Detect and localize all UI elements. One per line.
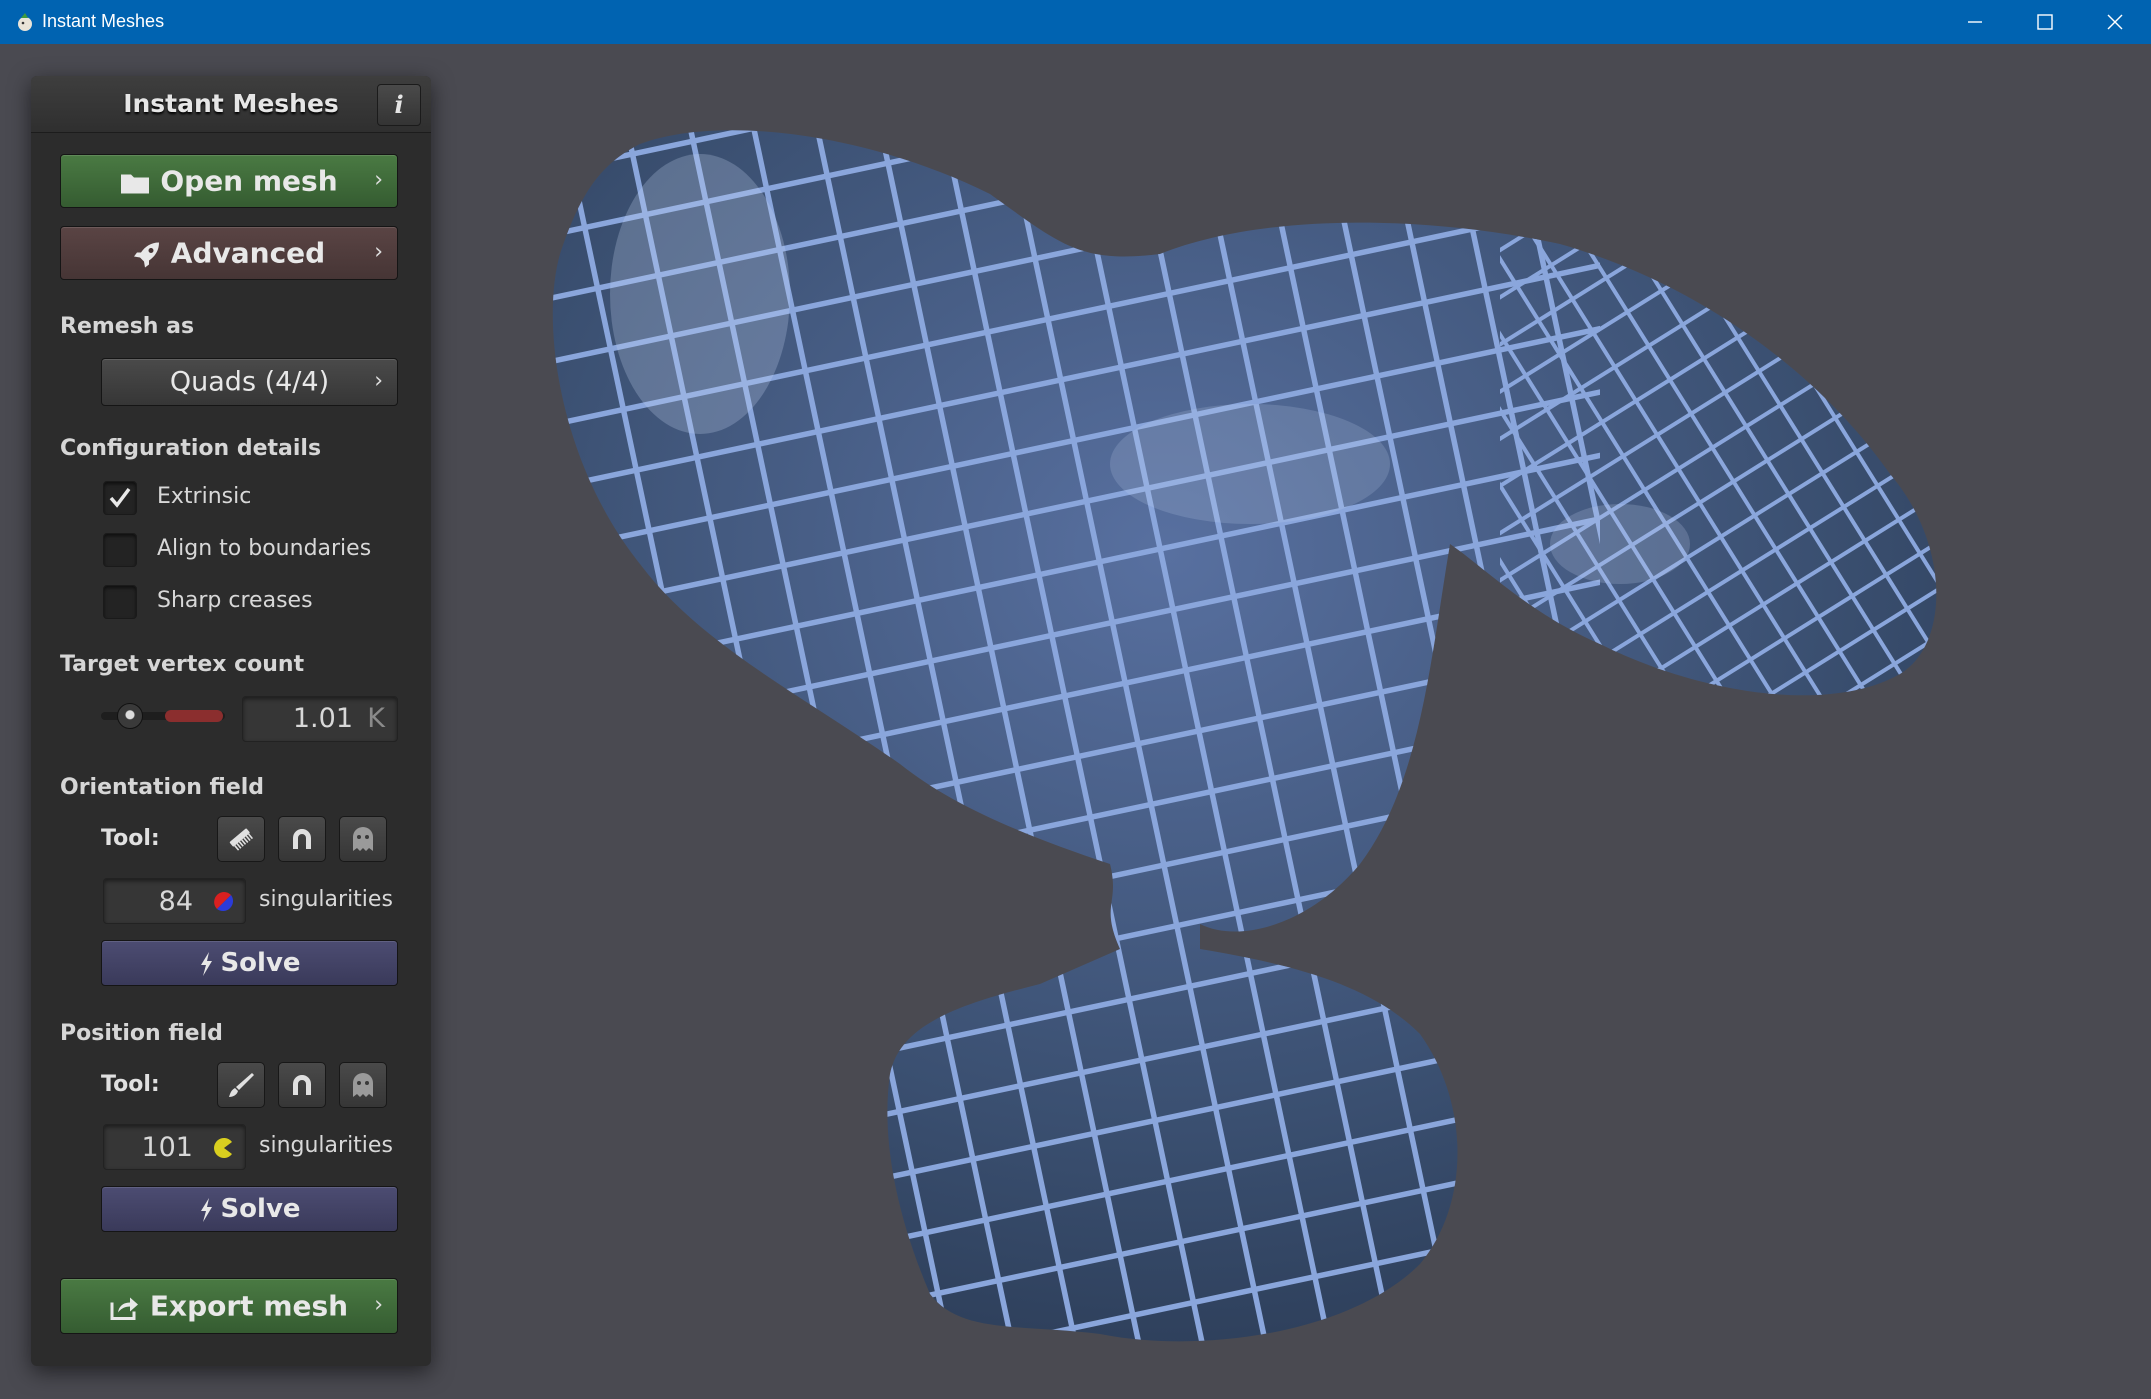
orientation-solve-button[interactable]: Solve bbox=[101, 940, 398, 986]
magnet-icon bbox=[293, 1075, 311, 1095]
panel-header[interactable]: Instant Meshes i bbox=[31, 76, 431, 133]
vertex-count-field[interactable]: 1.01 K bbox=[242, 696, 398, 742]
checkbox-box[interactable] bbox=[103, 481, 137, 515]
brush-icon bbox=[229, 1073, 254, 1097]
window-title: Instant Meshes bbox=[42, 11, 165, 31]
slider-range-highlight bbox=[165, 710, 223, 722]
remesh-as-label: Remesh as bbox=[60, 314, 195, 339]
chevron-right-icon: › bbox=[374, 167, 383, 193]
configuration-details-label: Configuration details bbox=[60, 436, 322, 461]
orientation-tool-label: Tool: bbox=[101, 826, 160, 851]
position-brush-tool-button[interactable] bbox=[217, 1062, 265, 1108]
orientation-magnet-tool-button[interactable] bbox=[278, 816, 326, 862]
chevron-right-icon: › bbox=[374, 368, 383, 394]
singularity-indicator-icon bbox=[214, 892, 233, 911]
checkbox-label: Sharp creases bbox=[157, 588, 313, 613]
position-tool-label: Tool: bbox=[101, 1072, 160, 1097]
solve-label: Solve bbox=[220, 948, 301, 978]
advanced-button[interactable]: Advanced › bbox=[60, 226, 398, 280]
close-icon bbox=[2107, 14, 2123, 30]
orientation-singularities-field: 84 bbox=[103, 878, 246, 924]
maximize-icon bbox=[2037, 14, 2053, 30]
chevron-right-icon: › bbox=[374, 239, 383, 265]
orientation-singularities-label: singularities bbox=[259, 887, 393, 912]
position-singularities-label: singularities bbox=[259, 1133, 393, 1158]
checkbox-box[interactable] bbox=[103, 585, 137, 619]
export-mesh-button[interactable]: Export mesh › bbox=[60, 1278, 398, 1334]
control-panel: Instant Meshes i Open mesh › Advanced › … bbox=[31, 76, 431, 1366]
app-icon bbox=[18, 13, 32, 31]
position-solve-button[interactable]: Solve bbox=[101, 1186, 398, 1232]
target-vertex-count-label: Target vertex count bbox=[60, 652, 305, 677]
checkbox-box[interactable] bbox=[103, 533, 137, 567]
remesh-mode-value: Quads (4/4) bbox=[169, 366, 330, 398]
lightning-icon bbox=[201, 1197, 213, 1222]
checkmark-icon bbox=[109, 487, 131, 508]
solve-label: Solve bbox=[220, 1194, 301, 1224]
vertex-count-value: 1.01 bbox=[292, 703, 353, 734]
singularity-indicator-icon bbox=[214, 1138, 232, 1158]
info-button[interactable]: i bbox=[377, 84, 421, 126]
chevron-right-icon: › bbox=[374, 1292, 383, 1318]
orientation-ghost-tool-button[interactable] bbox=[339, 816, 387, 862]
orientation-singularities-count: 84 bbox=[158, 886, 193, 917]
lightning-icon bbox=[201, 951, 213, 976]
orientation-field-label: Orientation field bbox=[60, 775, 265, 800]
ghost-icon bbox=[353, 827, 373, 851]
open-mesh-button[interactable]: Open mesh › bbox=[60, 154, 398, 208]
title-bar: Instant Meshes bbox=[0, 0, 2151, 44]
panel-title: Instant Meshes bbox=[123, 89, 339, 118]
minimize-button[interactable] bbox=[1940, 0, 2010, 44]
maximize-button[interactable] bbox=[2010, 0, 2080, 44]
vertex-count-unit: K bbox=[367, 703, 385, 734]
position-magnet-tool-button[interactable] bbox=[278, 1062, 326, 1108]
open-mesh-label: Open mesh bbox=[160, 164, 338, 198]
position-singularities-field: 101 bbox=[103, 1124, 246, 1170]
rocket-icon bbox=[133, 242, 159, 268]
minimize-icon bbox=[1968, 21, 1982, 23]
magnet-icon bbox=[293, 829, 311, 849]
position-field-label: Position field bbox=[60, 1021, 223, 1046]
position-ghost-tool-button[interactable] bbox=[339, 1062, 387, 1108]
advanced-label: Advanced bbox=[170, 236, 326, 270]
export-icon bbox=[110, 1297, 138, 1320]
close-button[interactable] bbox=[2080, 0, 2150, 44]
position-singularities-count: 101 bbox=[141, 1132, 193, 1163]
slider-knob[interactable] bbox=[117, 703, 143, 729]
comb-icon bbox=[229, 828, 254, 851]
remesh-mode-dropdown[interactable]: Quads (4/4) › bbox=[101, 358, 398, 406]
vertex-count-slider[interactable] bbox=[101, 696, 225, 736]
ghost-icon bbox=[353, 1073, 373, 1097]
orientation-comb-tool-button[interactable] bbox=[217, 816, 265, 862]
folder-icon bbox=[121, 174, 150, 194]
checkbox-label: Extrinsic bbox=[157, 484, 252, 509]
export-mesh-label: Export mesh bbox=[149, 1289, 349, 1323]
checkbox-label: Align to boundaries bbox=[157, 536, 372, 561]
